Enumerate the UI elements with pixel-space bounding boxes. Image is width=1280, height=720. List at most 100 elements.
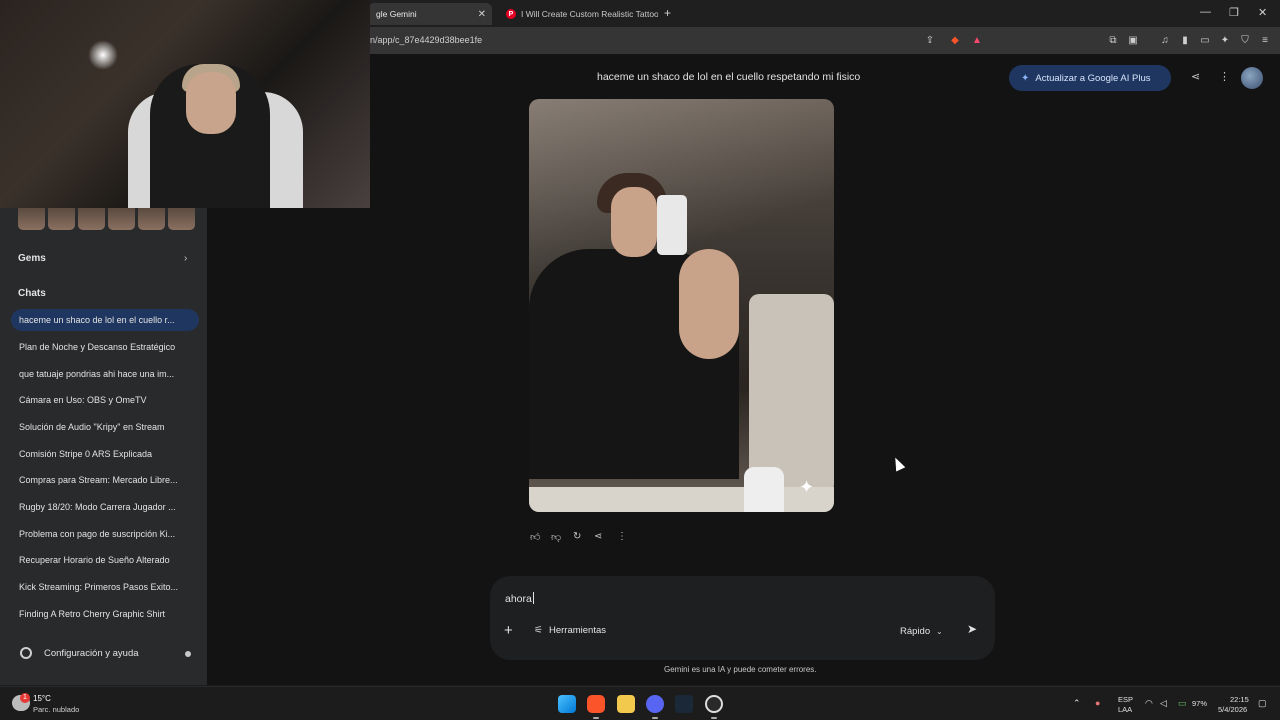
gemini-sparkle-icon: ✦ [799, 477, 815, 497]
sidebar-item-gems[interactable]: Gems [18, 253, 46, 264]
share-icon[interactable]: ⋖ [1191, 70, 1200, 83]
prompt-box: ahora + ⚟ Herramientas Rápido ⌄ ➤ [490, 576, 995, 660]
weather-desc[interactable]: Parc. nublado [33, 705, 79, 714]
discord-icon[interactable] [646, 695, 664, 713]
close-window-icon[interactable]: ✕ [1258, 6, 1267, 19]
tools-label: Herramientas [548, 625, 606, 636]
thumbs-down-icon[interactable]: 👎︎ [551, 531, 561, 543]
webcam-overlay [0, 0, 370, 208]
media-icon[interactable]: ♫ [1158, 33, 1172, 47]
wallet-icon[interactable]: ▭ [1198, 33, 1212, 47]
gem-thumbnail[interactable] [48, 208, 75, 230]
chat-item-active[interactable]: haceme un shaco de lol en el cuello r... [11, 309, 199, 331]
chat-item[interactable]: Kick Streaming: Primeros Pasos Exito... [11, 576, 199, 598]
app-running-indicator [711, 717, 717, 719]
brave-shield-icon[interactable]: ◆ [948, 33, 962, 47]
disclaimer: Gemini es una IA y puede cometer errores… [664, 665, 817, 674]
weather-badge: 1 [20, 693, 30, 703]
photo-sink [529, 487, 834, 512]
gem-thumbnail[interactable] [78, 208, 105, 230]
tab-gemini[interactable]: gle Gemini ✕ [368, 3, 492, 25]
more-options-icon[interactable]: ⋮ [1219, 70, 1230, 83]
gem-thumbnail[interactable] [18, 208, 45, 230]
chat-item[interactable]: Recuperar Horario de Sueño Alterado [11, 549, 199, 571]
weather-temp[interactable]: 15°C [33, 694, 51, 703]
chat-item[interactable]: Rugby 18/20: Modo Carrera Jugador ... [11, 496, 199, 518]
sidebar-toggle-icon[interactable]: ▮ [1178, 33, 1192, 47]
photo-towel [749, 294, 834, 494]
input-language[interactable]: ESP [1118, 695, 1133, 704]
battery-level[interactable]: 97% [1192, 699, 1207, 708]
start-menu-icon[interactable] [558, 695, 576, 713]
steam-icon[interactable] [675, 695, 693, 713]
text-caret [532, 592, 534, 604]
gem-thumbnail[interactable] [168, 208, 195, 230]
prompt-input[interactable]: ahora [505, 592, 534, 605]
settings-label: Configuración y ayuda [44, 647, 139, 659]
extensions-icon[interactable]: ⧉ [1106, 33, 1120, 47]
clock-date[interactable]: 5/4/2026 [1218, 705, 1247, 714]
gear-icon [20, 647, 32, 659]
chat-item[interactable]: Finding A Retro Cherry Graphic Shirt [11, 603, 199, 625]
chevron-right-icon[interactable]: › [184, 253, 187, 264]
brave-rewards-icon[interactable]: ▲ [970, 33, 984, 47]
tab-gemini-label: gle Gemini [376, 9, 417, 19]
share-url-icon[interactable]: ⇪ [923, 33, 937, 47]
tab-pinterest[interactable]: P I Will Create Custom Realistic Tattoo [498, 3, 658, 25]
new-tab-icon[interactable]: + [664, 6, 671, 20]
battery-icon[interactable]: ▭ [1178, 698, 1187, 709]
tab-pinterest-label: I Will Create Custom Realistic Tattoo [521, 9, 658, 19]
regenerate-icon[interactable]: ↻ [573, 531, 581, 542]
screen: gle Gemini ✕ P I Will Create Custom Real… [0, 0, 1280, 720]
gem-thumbnails [18, 208, 198, 230]
model-selector[interactable]: Rápido [900, 626, 930, 637]
obs-icon[interactable] [705, 695, 723, 713]
thumbs-up-icon[interactable]: 👍︎ [530, 531, 540, 543]
add-attachment-icon[interactable]: + [504, 622, 513, 639]
prompt-input-value: ahora [505, 593, 532, 605]
avatar[interactable] [1241, 67, 1263, 89]
notification-dot [185, 651, 191, 657]
notifications-icon[interactable]: ▢ [1258, 698, 1267, 709]
chat-item[interactable]: Comisión Stripe 0 ARS Explicada [11, 443, 199, 465]
chat-item[interactable]: Compras para Stream: Mercado Libre... [11, 469, 199, 491]
taskbar: 1 15°C Parc. nublado ⌃ ● ESP LAA ◠ ◁ ▭ 9… [0, 686, 1280, 720]
send-icon[interactable]: ➤ [967, 622, 977, 636]
chat-item[interactable]: Cámara en Uso: OBS y OmeTV [11, 389, 199, 411]
input-layout[interactable]: LAA [1118, 705, 1132, 714]
gem-thumbnail[interactable] [108, 208, 135, 230]
generated-image[interactable]: ✦ [529, 99, 834, 512]
file-explorer-icon[interactable] [617, 695, 635, 713]
clock-time[interactable]: 22:15 [1230, 695, 1249, 704]
volume-icon[interactable]: ◁ [1160, 698, 1167, 709]
chat-item[interactable]: Problema con pago de suscripción Ki... [11, 523, 199, 545]
url-field[interactable]: n/app/c_87e4429d38bee1fe [370, 35, 482, 45]
chevron-down-icon[interactable]: ⌄ [936, 627, 943, 636]
microphone-icon[interactable]: ● [1095, 698, 1100, 708]
leo-ai-icon[interactable]: ✦ [1218, 33, 1232, 47]
more-actions-icon[interactable]: ⋮ [617, 531, 627, 542]
screenshot-icon[interactable]: ▣ [1126, 33, 1140, 47]
chevron-up-icon[interactable]: ⌃ [1073, 698, 1081, 709]
vpn-icon[interactable]: ⛉ [1238, 33, 1252, 47]
sparkle-icon: ✦ [1021, 72, 1030, 84]
tools-icon: ⚟ [534, 625, 543, 636]
webcam-head [186, 72, 236, 134]
wifi-icon[interactable]: ◠ [1145, 698, 1153, 709]
app-running-indicator [593, 717, 599, 719]
menu-icon[interactable]: ≡ [1258, 33, 1272, 47]
brave-browser-icon[interactable] [587, 695, 605, 713]
close-tab-icon[interactable]: ✕ [478, 9, 486, 20]
tools-button[interactable]: ⚟ Herramientas [534, 625, 606, 636]
chat-item[interactable]: que tatuaje pondrias ahi hace una im... [11, 363, 199, 385]
gem-thumbnail[interactable] [138, 208, 165, 230]
chat-item[interactable]: Plan de Noche y Descanso Estratégico [11, 336, 199, 358]
chats-heading: Chats [18, 288, 46, 299]
app-running-indicator [652, 717, 658, 719]
maximize-icon[interactable]: ❐ [1229, 6, 1239, 19]
share-response-icon[interactable]: ⋖ [594, 531, 602, 542]
settings-button[interactable]: Configuración y ayuda [20, 647, 139, 659]
chat-item[interactable]: Solución de Audio "Kripy" en Stream [11, 416, 199, 438]
upgrade-button[interactable]: ✦ Actualizar a Google AI Plus [1009, 65, 1171, 91]
minimize-icon[interactable]: — [1200, 6, 1211, 18]
